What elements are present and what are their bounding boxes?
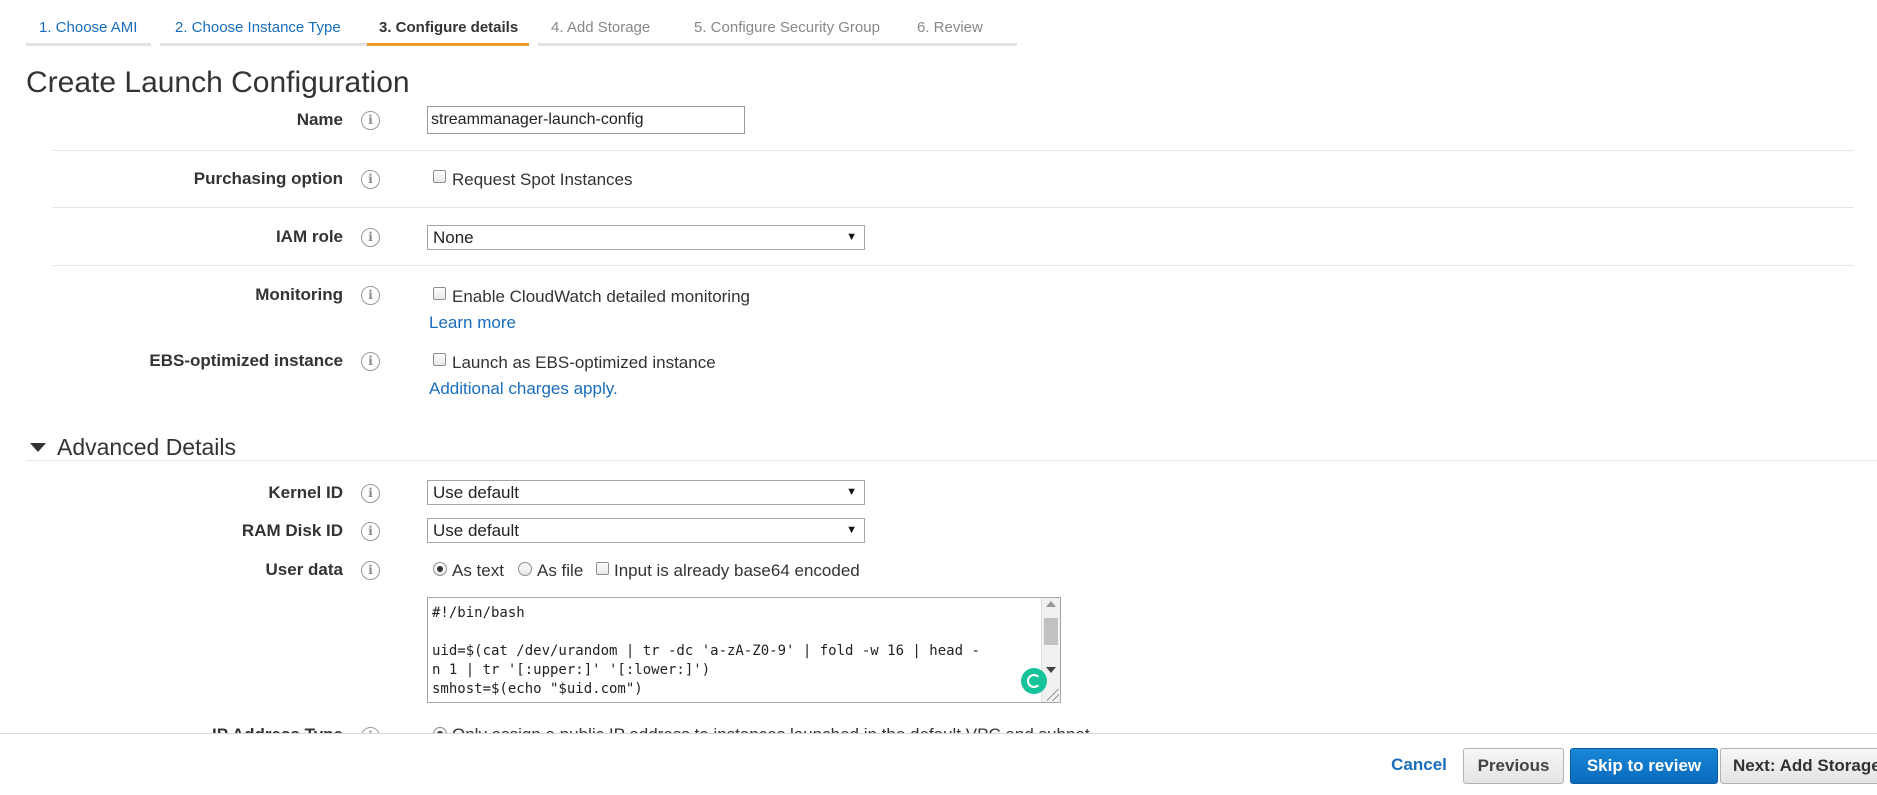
request-spot-label: Request Spot Instances [452,170,633,189]
ram-disk-id-value: Use default [433,521,519,540]
step-label: 5. Configure Security Group [694,19,880,36]
step-review[interactable]: 6. Review [905,19,1017,46]
iam-role-select[interactable]: None ▼ [427,225,865,250]
cancel-button[interactable]: Cancel [1379,748,1459,784]
name-input[interactable]: streammanager-launch-config [427,106,745,134]
iam-role-label: IAM role [275,227,343,246]
divider [26,460,1877,461]
iam-role-value: None [433,228,474,247]
advanced-details-heading[interactable]: Advanced Details [57,434,236,461]
step-add-storage[interactable]: 4. Add Storage [538,19,688,46]
ram-disk-id-label: RAM Disk ID [241,521,343,540]
step-label: 6. Review [917,19,983,36]
base64-label: Input is already base64 encoded [614,561,860,580]
resize-grip-icon[interactable] [1047,689,1059,701]
info-icon[interactable]: i [361,111,380,130]
chevron-down-icon: ▼ [846,486,857,498]
ebs-optimized-option-label: Launch as EBS-optimized instance [452,353,716,372]
step-choose-instance-type[interactable]: 2. Choose Instance Type [160,19,380,46]
ram-disk-id-select[interactable]: Use default ▼ [427,518,865,543]
step-label: 2. Choose Instance Type [175,19,341,36]
chevron-down-icon: ▼ [846,231,857,243]
base64-checkbox[interactable] [596,562,609,575]
purchasing-option-label: Purchasing option [193,169,343,188]
skip-to-review-button[interactable]: Skip to review [1570,748,1718,784]
next-add-storage-button[interactable]: Next: Add Storage [1720,748,1877,784]
kernel-id-select[interactable]: Use default ▼ [427,480,865,505]
step-choose-ami[interactable]: 1. Choose AMI [26,19,151,46]
divider [52,207,1854,208]
user-data-content: #!/bin/bash uid=$(cat /dev/urandom | tr … [432,605,980,697]
cloudwatch-monitoring-label: Enable CloudWatch detailed monitoring [452,287,750,306]
as-file-label: As file [537,561,584,580]
step-configure-details[interactable]: 3. Configure details [367,19,529,46]
scroll-up-icon[interactable] [1046,601,1056,607]
user-data-textarea[interactable]: #!/bin/bash uid=$(cat /dev/urandom | tr … [427,597,1061,703]
additional-charges-link[interactable]: Additional charges apply. [429,379,618,399]
previous-button[interactable]: Previous [1463,748,1564,784]
ebs-optimized-checkbox[interactable] [433,353,446,366]
learn-more-link[interactable]: Learn more [429,313,516,333]
info-icon[interactable]: i [361,228,380,247]
step-label: 3. Configure details [379,19,519,36]
chevron-down-icon: ▼ [846,524,857,536]
triangle-down-icon[interactable] [30,443,46,452]
info-icon[interactable]: i [361,522,380,541]
as-text-label: As text [452,561,504,580]
as-file-radio[interactable] [518,562,532,576]
cloudwatch-monitoring-checkbox[interactable] [433,287,446,300]
name-label: Name [296,110,343,129]
info-icon[interactable]: i [361,352,380,371]
info-icon[interactable]: i [361,286,380,305]
user-data-label: User data [265,560,343,579]
info-icon[interactable]: i [361,561,380,580]
scroll-thumb[interactable] [1044,618,1058,645]
divider [52,265,1854,266]
step-label: 4. Add Storage [551,19,651,36]
footer-divider [0,733,1877,734]
kernel-id-value: Use default [433,483,519,502]
monitoring-label: Monitoring [255,285,343,304]
grammarly-icon[interactable] [1021,668,1047,694]
info-icon[interactable]: i [361,484,380,503]
info-icon[interactable]: i [361,170,380,189]
page-title: Create Launch Configuration [26,66,410,99]
step-configure-security-group[interactable]: 5. Configure Security Group [682,19,913,46]
scroll-down-icon[interactable] [1046,667,1056,673]
kernel-id-label: Kernel ID [268,483,343,502]
as-text-radio[interactable] [433,562,447,576]
divider [52,150,1854,151]
step-label: 1. Choose AMI [39,19,138,36]
ebs-optimized-label: EBS-optimized instance [149,351,343,370]
request-spot-checkbox[interactable] [433,170,446,183]
